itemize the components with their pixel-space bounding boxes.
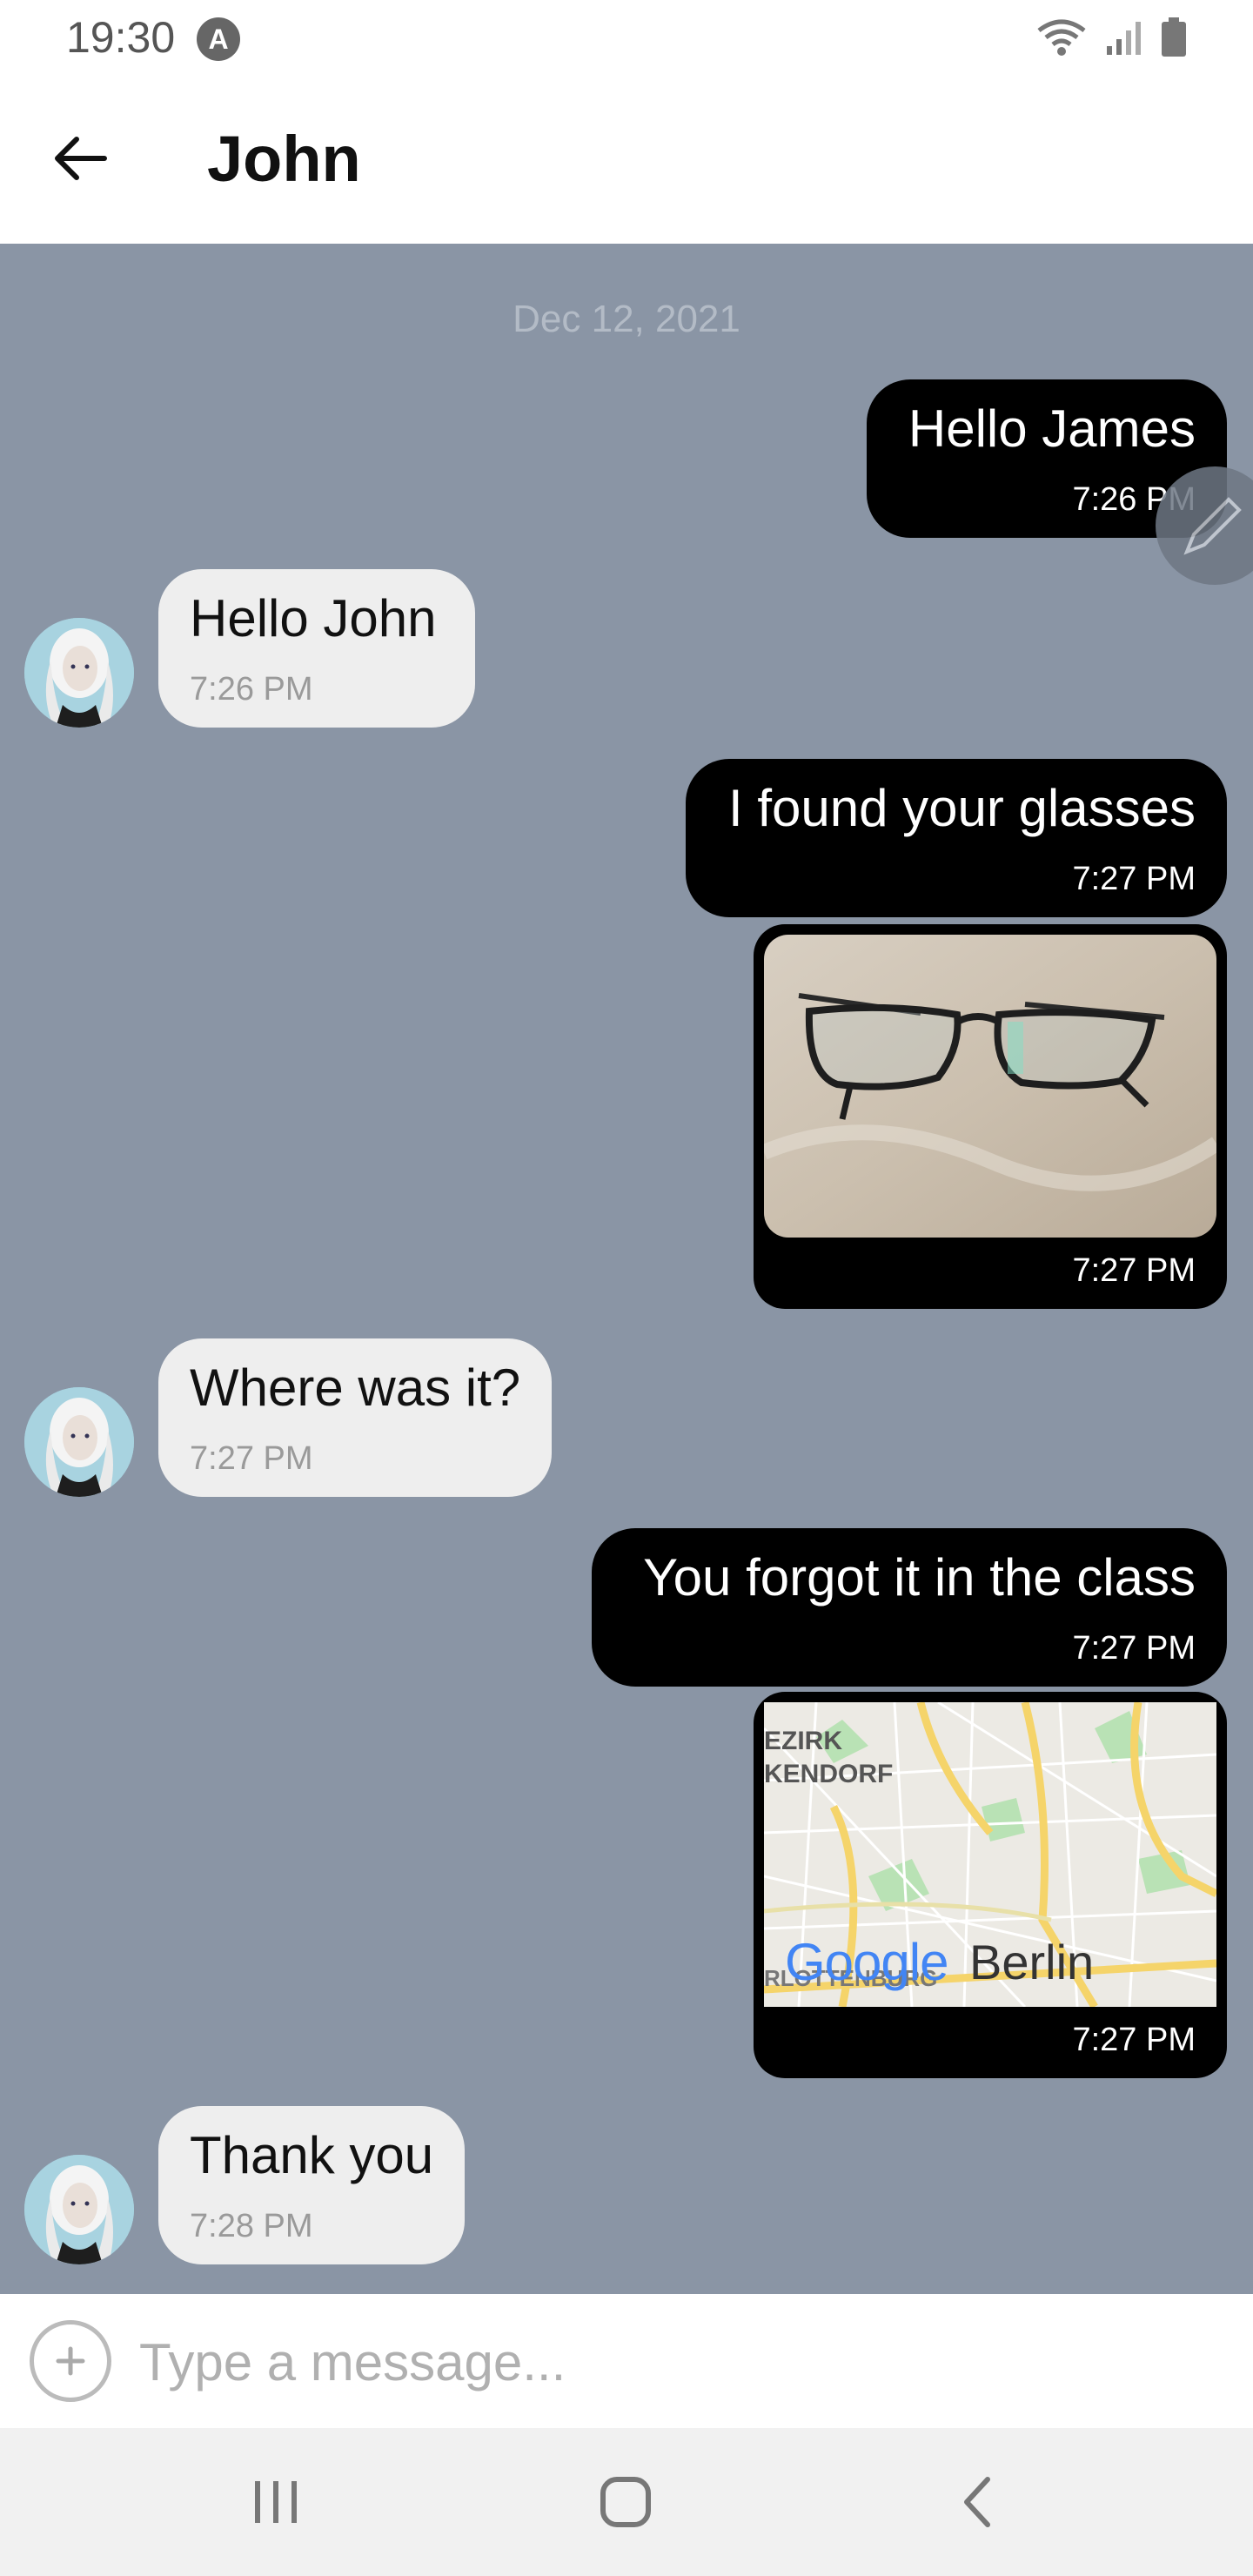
message-text: You forgot it in the class — [643, 1548, 1196, 1607]
location-map[interactable]: EZIRK KENDORF RLOTTENBURG Google Berlin — [764, 1702, 1216, 2007]
back-button[interactable] — [45, 124, 115, 193]
incoming-message[interactable]: Thank you 7:28 PM — [158, 2106, 465, 2264]
message-time: 7:27 PM — [190, 1440, 313, 1477]
outgoing-message[interactable]: You forgot it in the class 7:27 PM — [592, 1528, 1227, 1687]
home-icon — [600, 2477, 651, 2527]
battery-icon — [1162, 17, 1186, 57]
message-time: 7:28 PM — [190, 2208, 313, 2244]
message-input[interactable] — [139, 2325, 1218, 2398]
message-composer — [0, 2294, 1253, 2428]
avatar-image — [24, 2155, 134, 2264]
home-button[interactable] — [578, 2463, 673, 2541]
outgoing-message[interactable]: I found your glasses 7:27 PM — [686, 759, 1227, 917]
message-time: 7:27 PM — [1072, 2022, 1196, 2058]
status-icons — [1035, 16, 1187, 59]
message-text: I found your glasses — [728, 779, 1196, 837]
system-nav-bar — [0, 2428, 1253, 2576]
system-back-button[interactable] — [929, 2463, 1025, 2541]
incoming-message[interactable]: Hello John 7:26 PM — [158, 569, 475, 728]
outgoing-image-message[interactable]: 7:27 PM — [754, 924, 1227, 1309]
map-label: KENDORF — [764, 1760, 894, 1788]
app-bar: John — [0, 78, 1253, 244]
status-time: 19:30 — [66, 13, 176, 62]
avatar-image — [24, 618, 134, 728]
status-bar: 19:30 A — [0, 0, 1253, 78]
message-image[interactable] — [764, 935, 1216, 1238]
message-text: Hello John — [190, 589, 437, 647]
outgoing-location-message[interactable]: EZIRK KENDORF RLOTTENBURG Google Berlin … — [754, 1692, 1227, 2078]
message-text: Hello James — [908, 399, 1196, 458]
plus-circle-icon — [56, 2346, 85, 2376]
message-text: Where was it? — [190, 1358, 521, 1417]
message-time: 7:26 PM — [190, 671, 313, 708]
avatar[interactable] — [24, 618, 134, 728]
back-icon — [964, 2477, 990, 2527]
map-label: EZIRK — [764, 1727, 842, 1755]
avatar-image — [24, 1387, 134, 1497]
recents-button[interactable] — [228, 2463, 324, 2541]
arrow-left-icon — [55, 137, 107, 180]
message-time: 7:27 PM — [1072, 861, 1196, 897]
chat-area[interactable]: Dec 12, 2021 Hello James 7:26 PM Hello J… — [0, 244, 1253, 2294]
notification-badge: A — [197, 17, 240, 61]
recents-icon — [255, 2481, 297, 2523]
page-title: John — [207, 123, 361, 195]
avatar[interactable] — [24, 1387, 134, 1497]
edit-fab[interactable] — [1156, 466, 1253, 585]
wifi-icon — [1037, 19, 1086, 56]
message-time: 7:27 PM — [1072, 1252, 1196, 1289]
date-separator: Dec 12, 2021 — [513, 298, 740, 340]
message-text: Thank you — [190, 2126, 434, 2184]
incoming-message[interactable]: Where was it? 7:27 PM — [158, 1338, 552, 1497]
pencil-icon — [1183, 497, 1242, 555]
signal-icon — [1107, 22, 1141, 55]
map-city-label: Berlin — [969, 1935, 1095, 1989]
eyeglasses-photo — [764, 935, 1216, 1238]
attach-button[interactable] — [30, 2320, 111, 2402]
avatar[interactable] — [24, 2155, 134, 2264]
google-logo: Google — [785, 1933, 948, 1991]
message-time: 7:27 PM — [1072, 1630, 1196, 1667]
